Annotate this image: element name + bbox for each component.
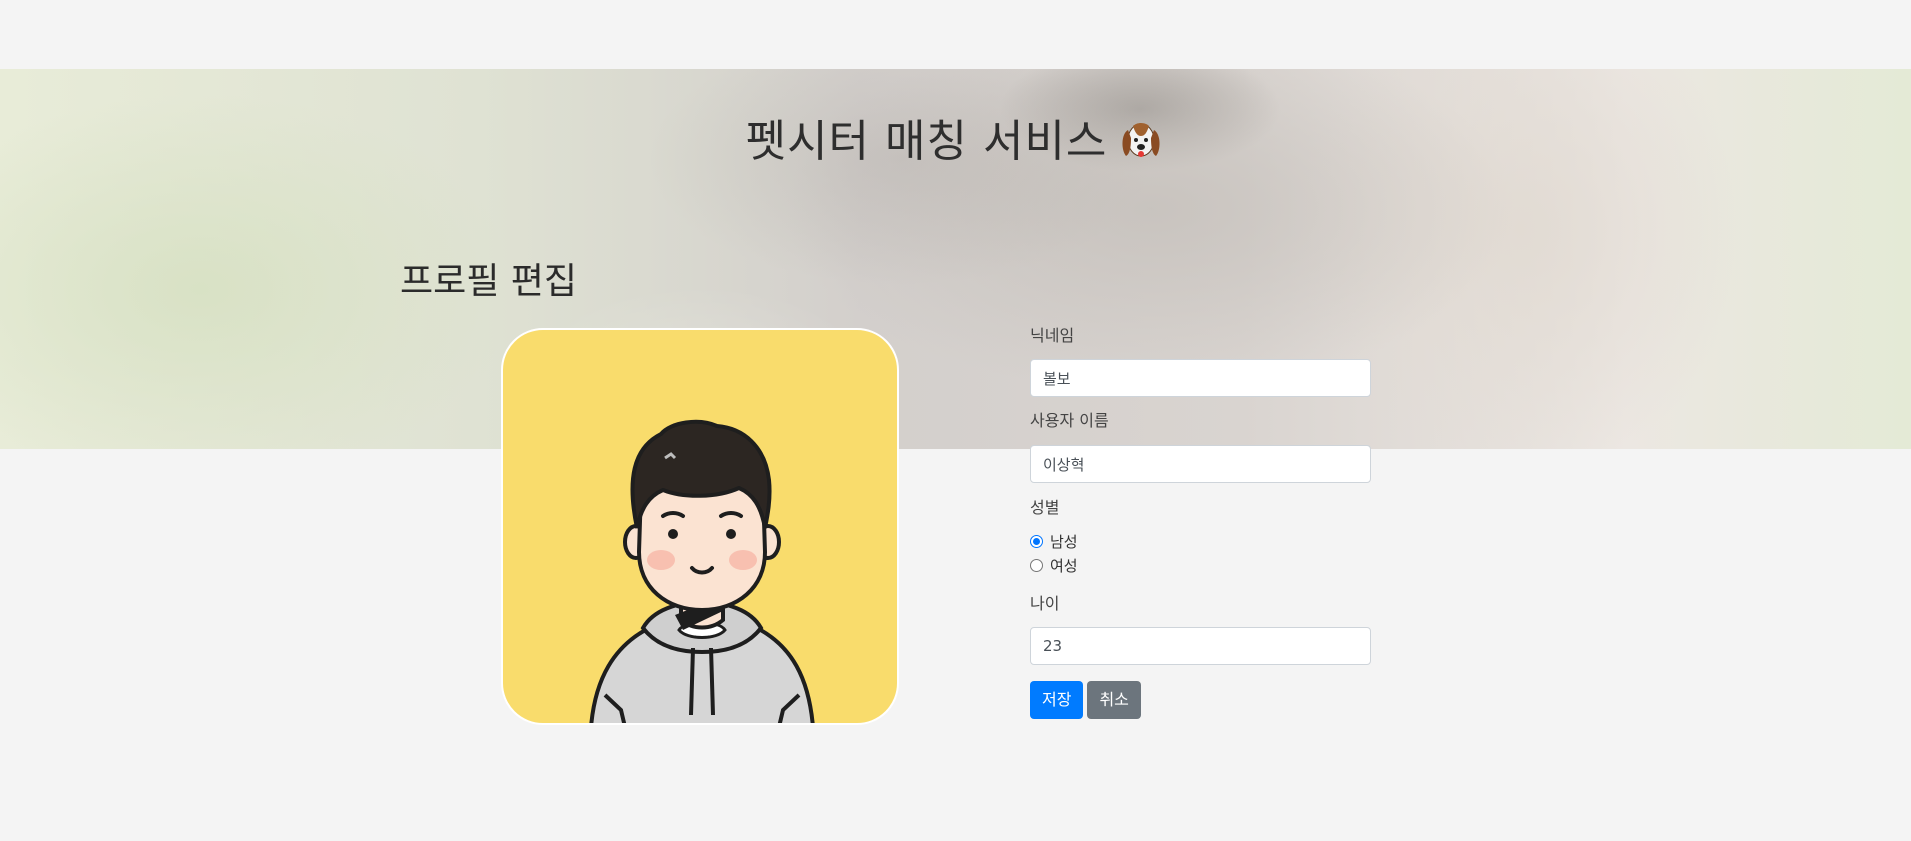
gender-label: 성별 [1030,498,1060,517]
page-title: 프로필 편집 [400,261,578,302]
age-input[interactable] [1030,627,1371,665]
person-avatar-icon [589,419,815,723]
male-radio-label: 남성 [1050,533,1078,551]
profile-avatar[interactable] [501,328,899,725]
form-actions: 저장 취소 [1030,681,1141,719]
nickname-label: 닉네임 [1030,326,1075,345]
gender-option-female[interactable]: 여성 [1030,555,1078,576]
age-label: 나이 [1030,594,1060,613]
save-button[interactable]: 저장 [1030,681,1084,719]
username-label: 사용자 이름 [1030,411,1109,430]
gender-option-male[interactable]: 남성 [1030,531,1078,552]
male-radio[interactable] [1030,535,1043,548]
female-radio-label: 여성 [1050,557,1078,575]
username-input[interactable] [1030,445,1371,483]
site-title: 펫시터 매칭 서비스 [0,112,1911,172]
dog-face-icon [1117,116,1165,164]
female-radio[interactable] [1030,559,1043,572]
cancel-button[interactable]: 취소 [1087,681,1141,719]
nickname-input[interactable] [1030,359,1371,397]
